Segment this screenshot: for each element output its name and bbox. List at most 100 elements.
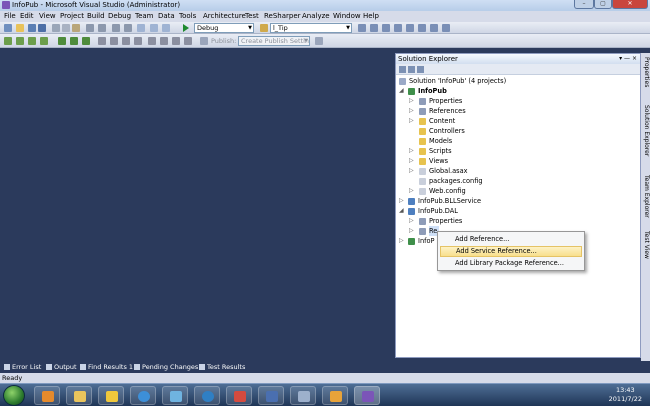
- taskbar-app-8[interactable]: [258, 386, 284, 405]
- tree-row-scripts[interactable]: ▷ Scripts: [396, 146, 640, 156]
- taskbar-app-6[interactable]: [194, 386, 220, 405]
- panel-window-buttons[interactable]: ▾ — ×: [619, 54, 637, 64]
- menu-resharper[interactable]: ReSharper: [264, 12, 301, 20]
- cut-icon[interactable]: [52, 24, 60, 32]
- publish-settings-select[interactable]: Create Publish Settings ▼: [238, 36, 310, 46]
- paste-icon[interactable]: [72, 24, 80, 32]
- collapsed-arrow-icon[interactable]: ▷: [409, 116, 414, 126]
- tab-find-results[interactable]: Find Results 1: [80, 363, 133, 371]
- add-reference-menu-item[interactable]: Add Reference...: [440, 234, 582, 245]
- navigate-forward-icon[interactable]: [124, 24, 132, 32]
- tree-row-models[interactable]: Models: [396, 136, 640, 146]
- tab-pending-changes[interactable]: Pending Changes: [134, 363, 198, 371]
- tree-row-packages-config[interactable]: packages.config: [396, 176, 640, 186]
- misc-format5-icon[interactable]: [172, 37, 180, 45]
- tab-test-results[interactable]: Test Results: [199, 363, 245, 371]
- extension-manager-icon[interactable]: [418, 24, 426, 32]
- menu-architecture[interactable]: Architecture: [203, 12, 246, 20]
- misc-format6-icon[interactable]: [184, 37, 192, 45]
- open-file-icon[interactable]: [16, 24, 24, 32]
- taskbar-app-10[interactable]: [322, 386, 348, 405]
- misc-format-icon[interactable]: [122, 37, 130, 45]
- properties-icon[interactable]: [370, 24, 378, 32]
- taskbar-media-player[interactable]: [34, 386, 60, 405]
- tab-test-view[interactable]: Test View: [641, 231, 650, 259]
- toolbar-misc-icon[interactable]: [137, 24, 145, 32]
- team-explorer-icon[interactable]: [430, 24, 438, 32]
- collapsed-arrow-icon[interactable]: ▷: [399, 236, 404, 246]
- misc-format3-icon[interactable]: [148, 37, 156, 45]
- find-combo[interactable]: l_Tip ▼: [270, 23, 352, 33]
- refresh-icon[interactable]: [417, 66, 424, 73]
- close-button[interactable]: ✕: [612, 0, 648, 9]
- start-page-icon[interactable]: [406, 24, 414, 32]
- menu-test[interactable]: Test: [245, 12, 259, 20]
- format-icon[interactable]: [110, 37, 118, 45]
- toolbar-misc3-icon[interactable]: [162, 24, 170, 32]
- misc-format4-icon[interactable]: [160, 37, 168, 45]
- tree-row-solution[interactable]: Solution 'InfoPub' (4 projects): [396, 76, 640, 86]
- collapsed-arrow-icon[interactable]: ▷: [409, 226, 414, 236]
- taskbar-internet-explorer[interactable]: [130, 386, 156, 405]
- tree-row-references[interactable]: ▷ References: [396, 106, 640, 116]
- collapsed-arrow-icon[interactable]: ▷: [409, 96, 414, 106]
- taskbar-explorer[interactable]: [66, 386, 92, 405]
- menu-tools[interactable]: Tools: [179, 12, 196, 20]
- menu-edit[interactable]: Edit: [20, 12, 34, 20]
- misc-format2-icon[interactable]: [134, 37, 142, 45]
- menu-data[interactable]: Data: [158, 12, 175, 20]
- tree-row-controllers[interactable]: Controllers: [396, 126, 640, 136]
- save-icon[interactable]: [28, 24, 36, 32]
- collapsed-arrow-icon[interactable]: ▷: [409, 156, 414, 166]
- collapsed-arrow-icon[interactable]: ▷: [399, 196, 404, 206]
- tree-row-global-asax[interactable]: ▷ Global.asax: [396, 166, 640, 176]
- redo-icon[interactable]: [98, 24, 106, 32]
- navigate-back-icon[interactable]: [112, 24, 120, 32]
- menu-analyze[interactable]: Analyze: [302, 12, 330, 20]
- maximize-button[interactable]: ▢: [594, 0, 612, 9]
- find-icon[interactable]: [260, 24, 268, 32]
- collapsed-arrow-icon[interactable]: ▷: [409, 216, 414, 226]
- tree-row-project-dal[interactable]: ◢ InfoPub.DAL: [396, 206, 640, 216]
- collapsed-arrow-icon[interactable]: ▷: [409, 146, 414, 156]
- undo-icon[interactable]: [86, 24, 94, 32]
- menu-project[interactable]: Project: [60, 12, 84, 20]
- start-debugging-icon[interactable]: [183, 24, 189, 32]
- solution-explorer-icon[interactable]: [358, 24, 366, 32]
- save-all-icon[interactable]: [38, 24, 46, 32]
- taskbar-app-7[interactable]: [226, 386, 252, 405]
- next-bookmark-icon[interactable]: [58, 37, 66, 45]
- tab-solution-explorer[interactable]: Solution Explorer: [641, 105, 650, 156]
- bookmark-icon[interactable]: [28, 37, 36, 45]
- collapsed-arrow-icon[interactable]: ▷: [409, 186, 414, 196]
- tree-row-content[interactable]: ▷ Content: [396, 116, 640, 126]
- new-project-icon[interactable]: [4, 24, 12, 32]
- expanded-arrow-icon[interactable]: ◢: [399, 206, 404, 216]
- menu-help[interactable]: Help: [363, 12, 379, 20]
- tree-row-views[interactable]: ▷ Views: [396, 156, 640, 166]
- menu-view[interactable]: View: [39, 12, 56, 20]
- tree-row-project-bllservice[interactable]: ▷ InfoPub.BLLService: [396, 196, 640, 206]
- add-service-reference-menu-item[interactable]: Add Service Reference...: [440, 246, 582, 257]
- menu-window[interactable]: Window: [333, 12, 361, 20]
- taskbar-app-3[interactable]: [98, 386, 124, 405]
- taskbar-visual-studio[interactable]: [354, 386, 380, 405]
- toolbar-misc2-icon[interactable]: [150, 24, 158, 32]
- object-browser-icon[interactable]: [394, 24, 402, 32]
- indent-icon[interactable]: [82, 37, 90, 45]
- outdent-icon[interactable]: [98, 37, 106, 45]
- tab-team-explorer[interactable]: Team Explorer: [641, 175, 650, 218]
- system-clock[interactable]: 13:43 2011/7/22: [609, 386, 642, 404]
- menu-file[interactable]: File: [4, 12, 16, 20]
- solution-configuration-select[interactable]: Debug ▼: [194, 23, 254, 33]
- uncomment-icon[interactable]: [16, 37, 24, 45]
- add-library-package-reference-menu-item[interactable]: Add Library Package Reference...: [440, 258, 582, 269]
- properties-icon[interactable]: [399, 66, 406, 73]
- tab-properties[interactable]: Properties: [641, 57, 650, 87]
- tree-row-dal-properties[interactable]: ▷ Properties: [396, 216, 640, 226]
- expanded-arrow-icon[interactable]: ◢: [399, 86, 404, 96]
- prev-bookmark-icon[interactable]: [40, 37, 48, 45]
- tree-row-web-config[interactable]: ▷ Web.config: [396, 186, 640, 196]
- command-window-icon[interactable]: [442, 24, 450, 32]
- comment-icon[interactable]: [4, 37, 12, 45]
